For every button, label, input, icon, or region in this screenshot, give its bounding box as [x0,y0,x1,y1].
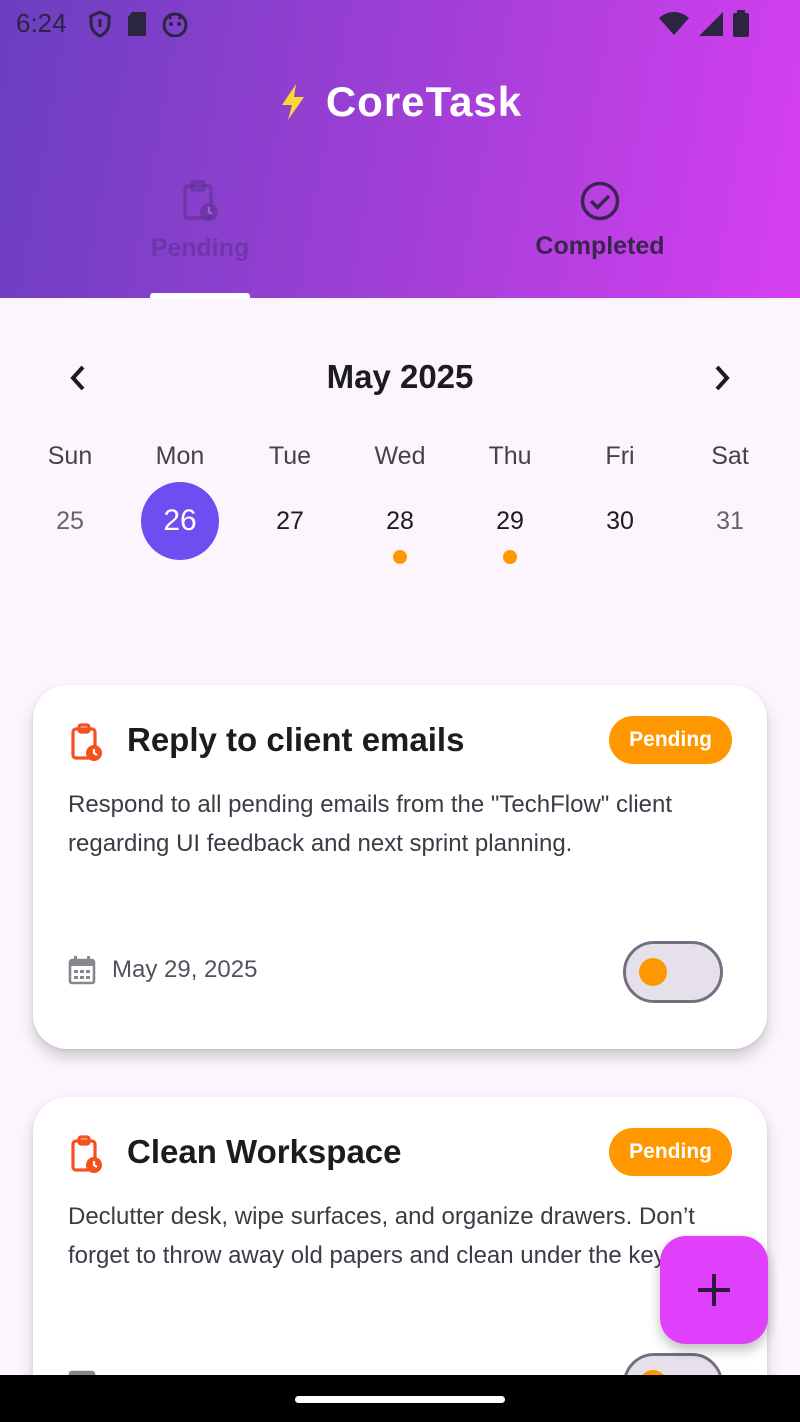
task-description: Respond to all pending emails from the "… [68,791,673,857]
day-cell[interactable]: 28 [345,482,455,572]
status-badge: Pending [609,716,732,764]
day-number: 26 [141,482,219,560]
weekday-label: Wed [374,442,426,470]
day-number: 30 [606,506,634,535]
status-time: 6:24 [16,8,67,38]
task-indicator-dot [503,550,517,564]
system-nav-bar [0,1375,800,1422]
weekday-label: Fri [605,442,635,470]
clipboard-clock-icon [71,1135,102,1173]
app-title-row: CoreTask [0,74,800,130]
weekday-label: Sat [711,442,749,470]
weekday-label: Tue [268,442,312,470]
tab-completed-label: Completed [535,232,665,260]
wifi-icon [659,12,689,35]
task-description: Declutter desk, wipe surfaces, and organ… [68,1203,734,1269]
sd-card-icon [128,12,146,36]
app-screen: 6:24 CoreTask Pending Completed May 2025… [0,0,800,1422]
app-header: 6:24 CoreTask Pending Completed [0,0,800,299]
face-icon [162,12,188,37]
weekday-row: Sun Mon Tue Wed Thu Fri Sat [15,442,785,471]
day-row: 25 26 27 28 29 30 31 [15,482,785,572]
day-cell-selected[interactable]: 26 [125,482,235,572]
calendar-icon [68,956,96,985]
chevron-right-icon [715,365,730,391]
month-label: May 2025 [326,358,474,395]
status-icons-left [88,10,188,38]
tab-pending-label: Pending [150,234,250,262]
clipboard-clock-icon [183,180,218,221]
task-indicator-dot [393,550,407,564]
home-gesture-handle[interactable] [295,1396,505,1403]
chevron-left-icon [70,365,85,391]
day-cell[interactable]: 27 [235,482,345,572]
task-card[interactable]: Clean Workspace Pending Declutter desk, … [33,1097,767,1422]
complete-toggle[interactable] [623,941,723,1003]
calendar-header: May 2025 [0,350,800,406]
tab-completed[interactable]: Completed [400,180,800,298]
weekday-label: Sun [47,442,93,470]
status-icons-right [658,10,750,38]
day-cell[interactable]: 31 [675,482,785,572]
task-date-row: May 29, 2025 [68,955,257,985]
check-circle-icon [580,181,620,221]
app-title: CoreTask [325,78,523,125]
day-number: 25 [56,506,84,535]
day-number: 31 [716,506,744,535]
battery-icon [733,10,749,37]
day-number: 29 [496,506,524,535]
status-badge: Pending [609,1128,732,1176]
signal-icon [699,12,723,36]
clipboard-clock-icon [71,723,102,761]
task-title: Clean Workspace [127,1133,402,1170]
status-bar: 6:24 [0,0,800,48]
shield-icon [89,10,111,38]
day-number: 28 [386,506,414,535]
task-title: Reply to client emails [127,721,465,758]
day-cell[interactable]: 25 [15,482,125,572]
weekday-label: Mon [155,442,205,470]
day-cell[interactable]: 30 [565,482,675,572]
lightning-icon [281,84,304,120]
prev-month-button[interactable] [56,358,100,398]
weekday-label: Thu [488,442,532,470]
tab-indicator [150,293,250,299]
next-month-button[interactable] [700,358,744,398]
toggle-knob [639,958,667,986]
tab-pending[interactable]: Pending [0,180,400,298]
day-cell[interactable]: 29 [455,482,565,572]
add-task-button[interactable] [660,1236,768,1344]
task-date: May 29, 2025 [112,956,258,983]
plus-icon [698,1274,730,1306]
day-number: 27 [276,506,304,535]
task-card[interactable]: Reply to client emails Pending Respond t… [33,685,767,1049]
